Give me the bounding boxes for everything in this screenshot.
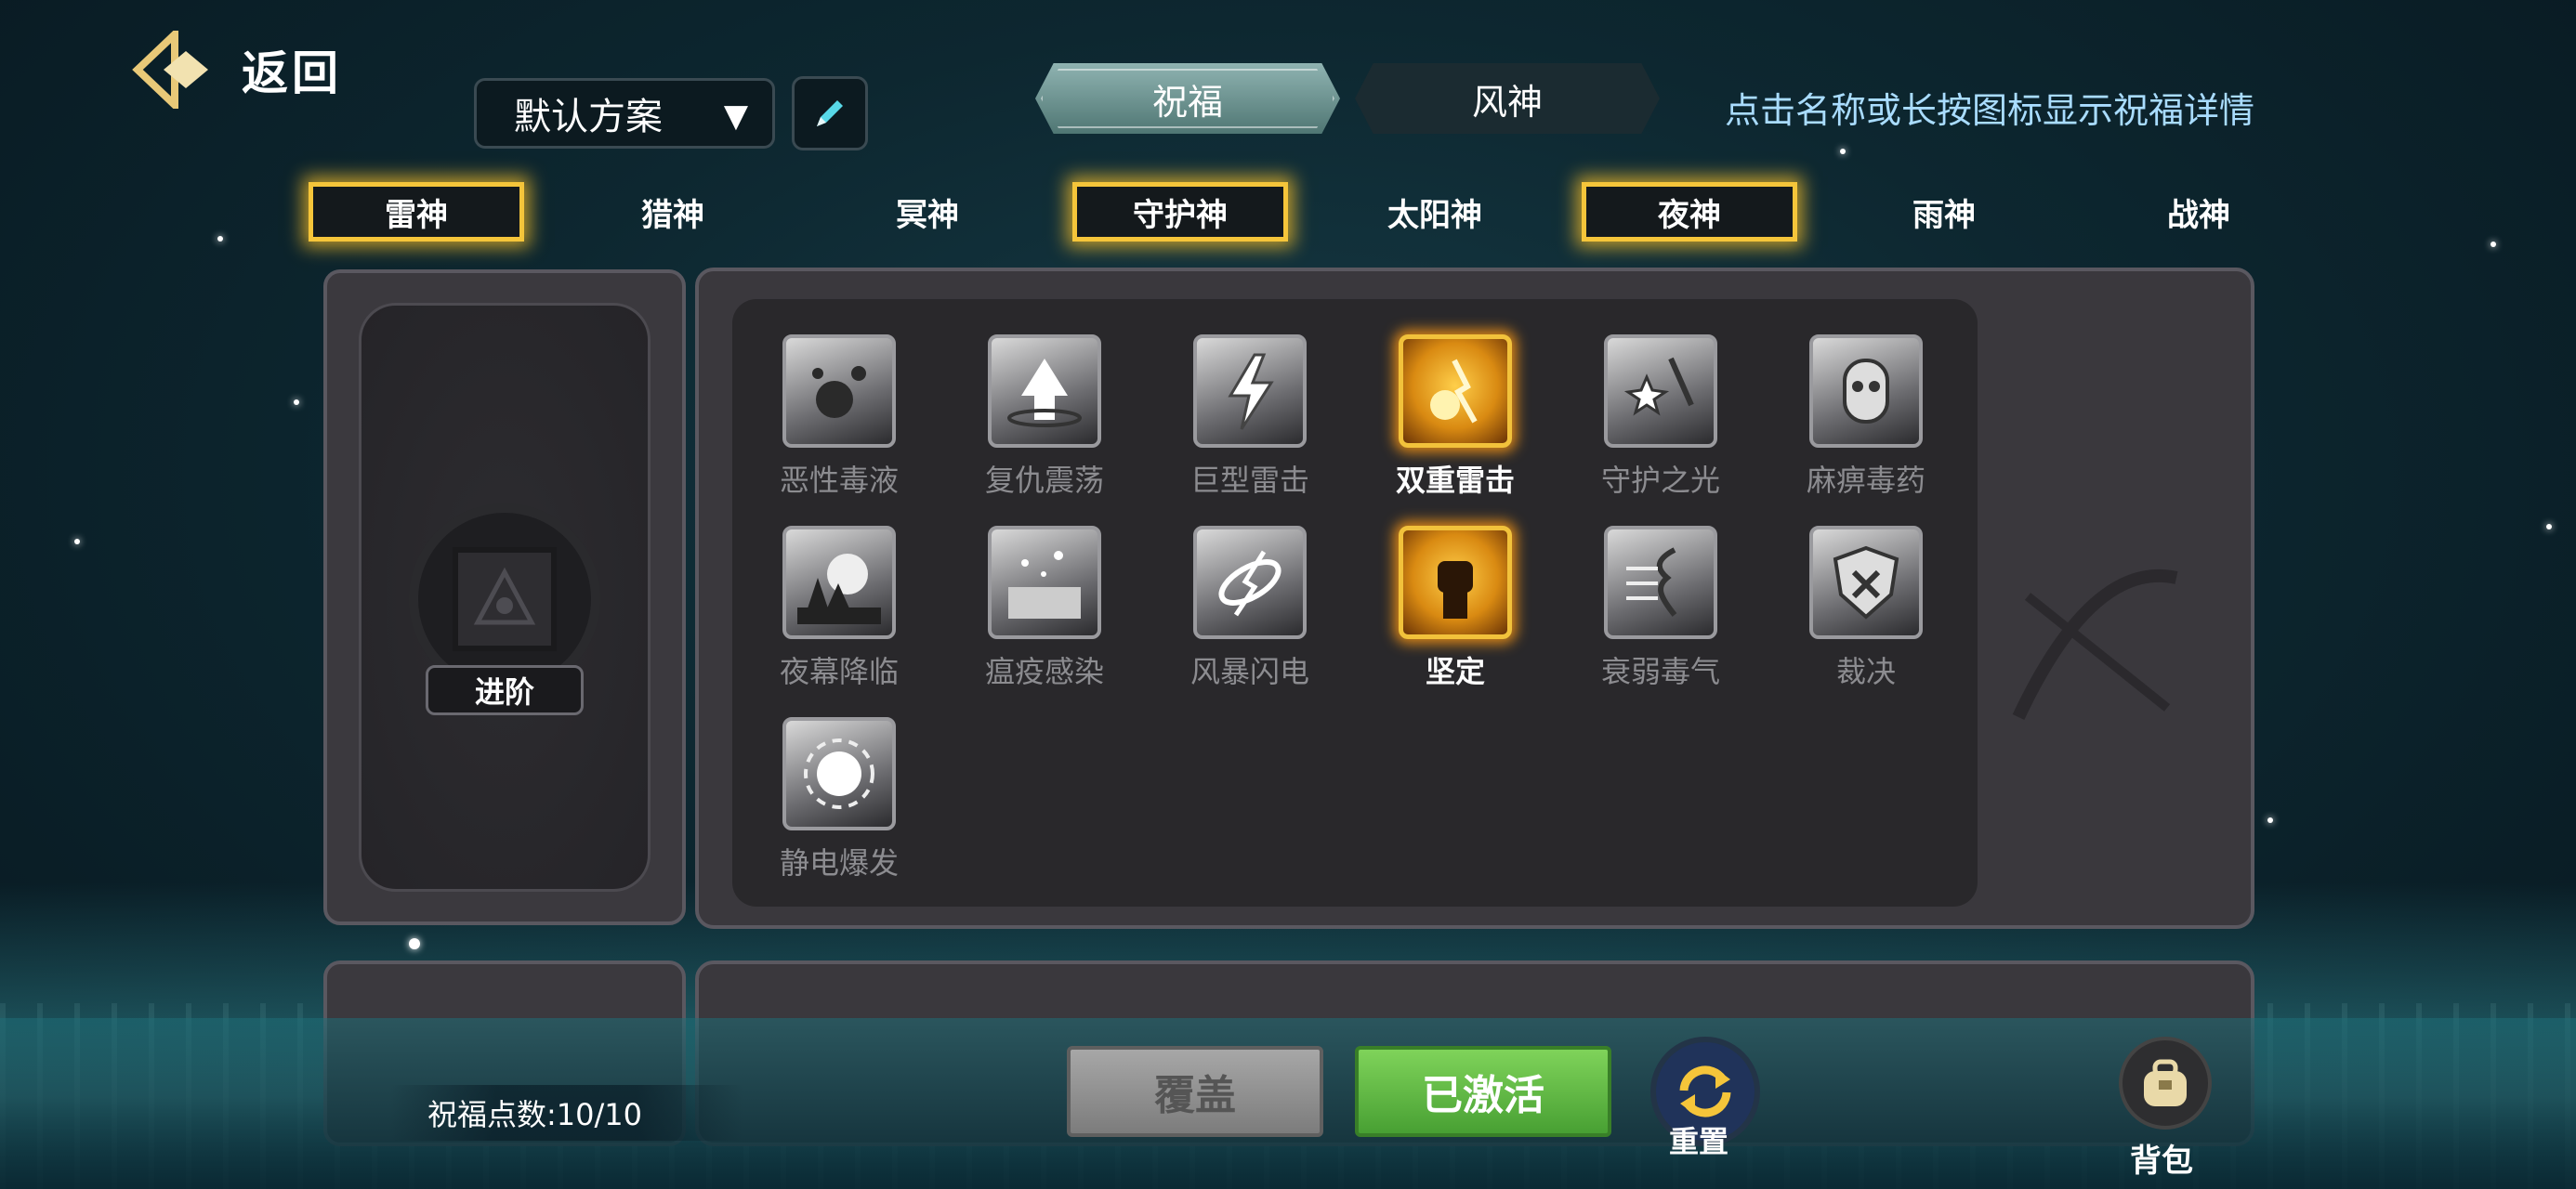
blessing-points: 祝福点数:10/10 — [390, 1085, 743, 1141]
skill-nightfall[interactable]: 夜幕降临 — [751, 526, 927, 691]
backpack-label: 背包 — [2130, 1143, 2193, 1180]
skill-label: 夜幕降临 — [779, 654, 899, 689]
skill-plague[interactable]: 瘟疫感染 — [956, 526, 1133, 691]
judgment-shield-icon — [1809, 526, 1923, 639]
giant-lightning-icon — [1193, 334, 1307, 448]
edit-plan-button[interactable] — [792, 76, 868, 150]
venom-splash-icon — [782, 334, 896, 448]
tab-wind-god[interactable]: 风神 — [1355, 63, 1660, 134]
star — [294, 399, 299, 405]
god-underworld[interactable]: 冥神 — [820, 182, 1035, 242]
star — [74, 539, 80, 544]
skill-label: 恶性毒液 — [779, 463, 899, 498]
god-guardian[interactable]: 守护神 — [1072, 182, 1288, 242]
god-label: 冥神 — [896, 196, 959, 234]
god-label: 猎神 — [641, 196, 704, 234]
god-label: 雨神 — [1912, 196, 1976, 234]
advance-card-panel: 进阶 — [323, 269, 686, 925]
skill-venom[interactable]: 恶性毒液 — [751, 334, 927, 500]
plan-dropdown[interactable]: 默认方案 ▼ — [474, 78, 775, 149]
blessing-grid-panel: 恶性毒液 复仇震荡 巨型雷击 双重雷击 守护之光 麻痹毒药 夜幕降临 瘟疫感染 … — [695, 268, 2254, 929]
star — [217, 236, 223, 242]
blessing-grid: 恶性毒液 复仇震荡 巨型雷击 双重雷击 守护之光 麻痹毒药 夜幕降临 瘟疫感染 … — [732, 299, 1978, 907]
paralysis-poison-icon — [1809, 334, 1923, 448]
star — [409, 938, 420, 949]
storm-lightning-icon — [1193, 526, 1307, 639]
star — [1840, 149, 1846, 154]
skill-guardian-light[interactable]: 守护之光 — [1572, 334, 1749, 500]
skill-paralysis-poison[interactable]: 麻痹毒药 — [1778, 334, 1954, 500]
advance-button[interactable]: 进阶 — [426, 665, 584, 715]
refresh-icon — [1679, 1065, 1731, 1117]
star — [2491, 242, 2496, 247]
skill-steadfast[interactable]: 坚定 — [1367, 526, 1544, 691]
cover-button[interactable]: 覆盖 — [1067, 1046, 1323, 1137]
back-arrow-icon — [132, 31, 208, 109]
static-burst-icon — [782, 717, 896, 830]
god-label: 战神 — [2167, 196, 2230, 234]
skill-judgment[interactable]: 裁决 — [1778, 526, 1954, 691]
skill-static-burst[interactable]: 静电爆发 — [751, 717, 927, 882]
back-label: 返回 — [242, 46, 342, 100]
plague-icon — [988, 526, 1101, 639]
cover-label: 覆盖 — [1154, 1072, 1236, 1119]
skill-revenge-shock[interactable]: 复仇震荡 — [956, 334, 1133, 500]
triangle-sigil-icon — [473, 567, 536, 625]
emblem-slot — [453, 547, 557, 651]
tab-blessing-label: 祝福 — [1151, 81, 1223, 123]
backpack-button[interactable] — [2119, 1037, 2212, 1130]
god-label: 守护神 — [1133, 196, 1228, 234]
skill-label: 衰弱毒气 — [1600, 654, 1720, 689]
god-label: 太阳神 — [1387, 196, 1482, 234]
god-thunder[interactable]: 雷神 — [309, 182, 524, 242]
skill-weakness-gas[interactable]: 衰弱毒气 — [1572, 526, 1749, 691]
skill-giant-lightning[interactable]: 巨型雷击 — [1162, 334, 1338, 500]
reset-label: 重置 — [1669, 1124, 1729, 1159]
skill-label: 巨型雷击 — [1189, 463, 1309, 498]
skill-label: 风暴闪电 — [1189, 654, 1309, 689]
skill-label: 瘟疫感染 — [984, 654, 1104, 689]
skill-storm-lightning[interactable]: 风暴闪电 — [1162, 526, 1338, 691]
back-button[interactable]: 返回 — [130, 28, 342, 111]
skill-label: 守护之光 — [1600, 463, 1720, 498]
double-lightning-icon — [1399, 334, 1512, 448]
tab-blessing[interactable]: 祝福 — [1035, 63, 1340, 134]
god-war[interactable]: 战神 — [2091, 182, 2307, 242]
god-rain[interactable]: 雨神 — [1836, 182, 2052, 242]
nightfall-moon-icon — [782, 526, 896, 639]
activated-button[interactable]: 已激活 — [1355, 1046, 1611, 1137]
skill-label: 静电爆发 — [779, 845, 899, 881]
star — [2267, 817, 2273, 823]
star — [2546, 524, 2552, 529]
god-hunt[interactable]: 猎神 — [565, 182, 781, 242]
god-sun[interactable]: 太阳神 — [1327, 182, 1543, 242]
hint-text: 点击名称或长按图标显示祝福详情 — [1725, 90, 2255, 131]
god-night[interactable]: 夜神 — [1582, 182, 1797, 242]
advance-label: 进阶 — [474, 674, 534, 710]
skill-label: 麻痹毒药 — [1806, 463, 1925, 498]
chevron-down-icon: ▼ — [723, 98, 748, 135]
god-label: 夜神 — [1658, 196, 1721, 234]
fist-icon — [1399, 526, 1512, 639]
crossbow-watermark-icon — [2012, 568, 2178, 720]
skill-double-lightning[interactable]: 双重雷击 — [1367, 334, 1544, 500]
activated-label: 已激活 — [1422, 1072, 1544, 1119]
skill-label: 坚定 — [1425, 654, 1485, 689]
guardian-light-icon — [1604, 334, 1717, 448]
tab-wind-god-label: 风神 — [1471, 81, 1543, 123]
backpack-icon — [2144, 1059, 2187, 1106]
weakness-gas-icon — [1604, 526, 1717, 639]
skill-label: 双重雷击 — [1395, 463, 1515, 498]
shockwave-arrow-icon — [988, 334, 1101, 448]
mode-tabs: 祝福 风神 — [1035, 63, 1660, 134]
skill-label: 复仇震荡 — [984, 463, 1104, 498]
plan-selected: 默认方案 — [514, 96, 663, 138]
skill-label: 裁决 — [1835, 654, 1896, 689]
pencil-icon — [817, 100, 843, 126]
god-label: 雷神 — [385, 196, 448, 234]
